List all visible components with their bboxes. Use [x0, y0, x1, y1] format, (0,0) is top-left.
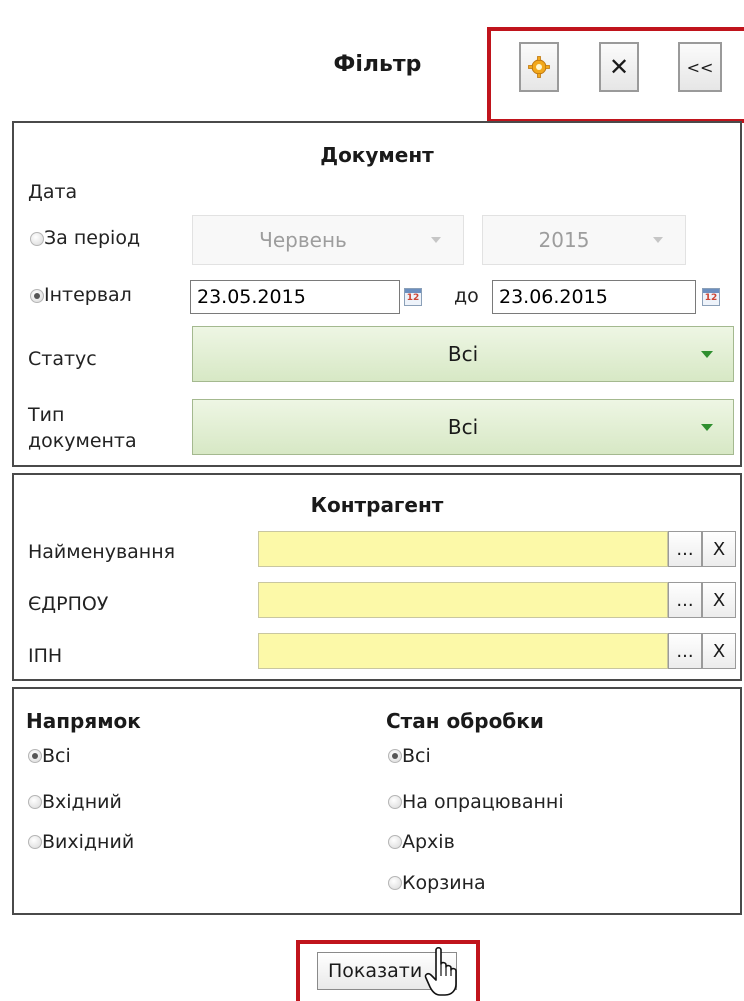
direction-title: Напрямок	[26, 709, 141, 733]
collapse-button[interactable]: <<	[678, 42, 722, 92]
document-section: Документ Дата За період Червень 2015 Інт…	[12, 121, 742, 467]
ipn-clear-button[interactable]: X	[702, 633, 736, 669]
chevron-down-icon	[431, 237, 441, 243]
year-value: 2015	[538, 228, 590, 252]
edrpou-label: ЄДРПОУ	[28, 593, 109, 615]
edrpou-input[interactable]	[258, 582, 668, 618]
chevron-down-icon	[701, 351, 713, 358]
edrpou-browse-button[interactable]: ...	[668, 582, 702, 618]
settings-button[interactable]	[519, 42, 559, 92]
month-value: Червень	[259, 228, 347, 252]
direction-radio-all[interactable]	[28, 749, 42, 763]
doctype-select[interactable]: Всі	[192, 399, 734, 455]
direction-option-incoming: Вхідний	[42, 791, 122, 813]
processing-option-trash: Корзина	[402, 872, 486, 894]
doctype-value: Всі	[447, 415, 479, 439]
ipn-browse-button[interactable]: ...	[668, 633, 702, 669]
direction-radio-outgoing[interactable]	[28, 835, 42, 849]
date-to-input[interactable]	[492, 280, 696, 314]
chevron-down-icon	[653, 237, 663, 243]
name-browse-button[interactable]: ...	[668, 531, 702, 567]
processing-option-in-progress: На опрацюванні	[402, 791, 564, 813]
chevron-down-icon	[701, 424, 713, 431]
processing-radio-all[interactable]	[388, 749, 402, 763]
ipn-label: ІПН	[28, 645, 63, 667]
gear-icon	[528, 56, 550, 78]
month-select[interactable]: Червень	[192, 215, 464, 265]
processing-radio-trash[interactable]	[388, 876, 402, 890]
processing-title: Стан обробки	[386, 709, 544, 733]
direction-processing-section: Напрямок Всі Вхідний Вихідний Стан оброб…	[12, 687, 742, 915]
collapse-icon: <<	[686, 57, 714, 77]
direction-radio-incoming[interactable]	[28, 795, 42, 809]
period-radio[interactable]	[30, 232, 44, 246]
name-input[interactable]	[258, 531, 668, 567]
name-label: Найменування	[28, 541, 176, 563]
interval-radio[interactable]	[30, 289, 44, 303]
close-icon: ✕	[608, 53, 630, 81]
document-section-title: Документ	[320, 143, 434, 167]
edrpou-clear-button[interactable]: X	[702, 582, 736, 618]
processing-option-archive: Архів	[402, 831, 455, 853]
close-button[interactable]: ✕	[599, 42, 639, 92]
processing-radio-archive[interactable]	[388, 835, 402, 849]
name-clear-button[interactable]: X	[702, 531, 736, 567]
status-select[interactable]: Всі	[192, 326, 734, 382]
direction-option-outgoing: Вихідний	[42, 831, 135, 853]
ipn-input[interactable]	[258, 633, 668, 669]
hand-cursor-icon	[424, 946, 457, 996]
processing-option-all: Всі	[402, 745, 431, 767]
doctype-label-line1: Тип	[28, 404, 65, 426]
status-label: Статус	[28, 348, 97, 370]
year-select[interactable]: 2015	[482, 215, 686, 265]
calendar-icon[interactable]: 12	[404, 288, 422, 306]
counterparty-section-title: Контрагент	[310, 493, 444, 517]
show-button-label: Показати	[328, 960, 423, 982]
period-label: За період	[44, 227, 141, 249]
calendar-icon[interactable]: 12	[702, 288, 720, 306]
date-label: Дата	[28, 181, 78, 203]
doctype-label-line2: документа	[28, 430, 137, 452]
interval-label: Інтервал	[44, 284, 132, 306]
direction-option-all: Всі	[42, 745, 71, 767]
counterparty-section: Контрагент Найменування ... X ЄДРПОУ ...…	[12, 473, 742, 681]
date-to-label: до	[454, 285, 479, 307]
status-value: Всі	[447, 342, 479, 366]
date-from-input[interactable]	[190, 280, 400, 314]
processing-radio-in-progress[interactable]	[388, 795, 402, 809]
